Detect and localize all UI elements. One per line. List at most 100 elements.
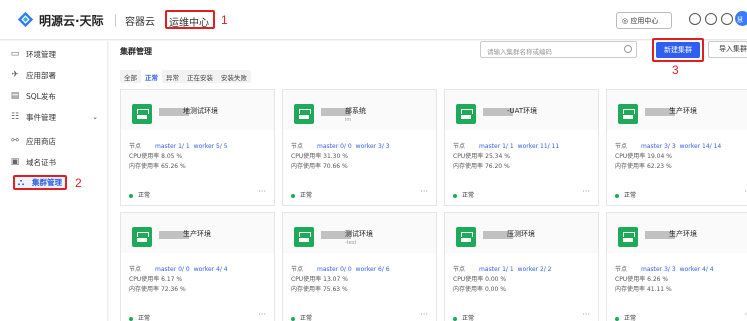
status-dot-icon	[453, 193, 457, 198]
status-dot-icon	[291, 316, 295, 321]
sidebar-item-store[interactable]: ⚯ 应用商店	[10, 133, 100, 149]
node-row: 节点 master 0/ 0 worker 6/ 6	[291, 264, 390, 273]
cluster-card[interactable]: 生产环境 节点 master 3/ 3 worker 4/ 4 CPU使用率 6.26 …	[606, 212, 747, 321]
mem-label: 内存使用率	[291, 286, 322, 293]
status-dot-icon	[453, 316, 457, 321]
help-icon[interactable]	[721, 13, 733, 25]
cluster-card[interactable]: 测试环境 -test 节点 master 0/ 0 worker 6/ 6 CPU使用率 …	[282, 212, 437, 321]
new-cluster-button[interactable]: 新建集群	[656, 42, 700, 58]
cpu-row: CPU使用率 6.17 %	[129, 274, 182, 283]
tab-normal[interactable]: 正常	[141, 70, 162, 83]
settings-icon[interactable]	[705, 13, 717, 25]
mem-row: 内存使用率 76.20 %	[453, 161, 510, 170]
cluster-name: 压测环境	[507, 230, 535, 238]
status-badge: 正常	[291, 313, 312, 321]
cluster-code: im	[345, 117, 352, 123]
cpu-label: CPU使用率	[615, 276, 646, 283]
new-cluster-highlight: 新建集群	[652, 38, 704, 62]
cluster-name: 生产环境	[669, 107, 697, 115]
tab-installing[interactable]: 正在安装	[183, 70, 217, 83]
node-label: 节点	[615, 266, 628, 273]
brand-name: 明源云·天际	[39, 14, 104, 28]
sidebar-item-label: 域名证书	[26, 157, 56, 167]
cluster-card[interactable]: 生产环境节点 master 0/ 0 worker 4/ 4 CPU使用率 6.17 …	[120, 212, 275, 321]
cpu-row: CPU使用率 8.05 %	[129, 151, 182, 160]
worker-count: worker 3/ 3	[355, 143, 390, 150]
certificate-icon: ▣	[10, 157, 20, 167]
more-icon[interactable]: ···	[420, 187, 428, 196]
master-count: master 1/ 1	[155, 143, 190, 150]
sidebar-item-label: 集群管理	[32, 178, 62, 187]
status-dot-icon	[291, 193, 295, 198]
import-cluster-button[interactable]: 导入集群	[708, 41, 747, 58]
avatar[interactable]: 慧	[735, 11, 747, 26]
bell-icon[interactable]	[689, 13, 701, 25]
cpu-row: CPU使用率 25.34 %	[453, 151, 510, 160]
node-row: 节点 master 3/ 3 worker 14/ 14	[615, 141, 721, 150]
more-icon[interactable]: ···	[258, 187, 266, 196]
mem-row: 内存使用率 41.11 %	[615, 284, 672, 293]
card-header: 生产环境	[121, 213, 274, 253]
rocket-icon: ✈	[11, 70, 19, 80]
cluster-icon	[618, 227, 638, 247]
nav-ops-center[interactable]: 运维中心	[165, 10, 215, 29]
sidebar-item-sql[interactable]: ▤ SQL发布	[10, 88, 100, 104]
node-label: 节点	[129, 266, 142, 273]
mem-value: 41.11 %	[646, 286, 672, 293]
search-icon[interactable]	[624, 45, 632, 53]
mem-label: 内存使用率	[129, 286, 160, 293]
card-header: 生产环境	[607, 90, 747, 130]
top-bar: 明源云·天际 容器云 运维中心 1 ◎ 应用中心 慧	[0, 0, 747, 40]
status-dot-icon	[129, 316, 133, 321]
tab-all[interactable]: 全部	[120, 70, 141, 83]
node-row: 节点 master 1/ 1 worker 11/ 11	[453, 141, 559, 150]
app-center-button[interactable]: ◎ 应用中心	[616, 12, 672, 29]
sidebar-item-label: 应用商店	[26, 136, 56, 146]
mem-label: 内存使用率	[129, 163, 160, 170]
card-header: 生产环境	[607, 213, 747, 253]
cpu-value: 6.26 %	[647, 276, 669, 283]
card-header: 部系统 im	[283, 90, 436, 130]
cluster-icon: ⛬	[17, 177, 25, 188]
sidebar-item-cert[interactable]: ▣ 域名证书	[10, 154, 100, 170]
store-icon: ⚯	[11, 136, 19, 146]
header-divider	[115, 14, 116, 27]
cluster-card[interactable]: 生产环境 节点 master 3/ 3 worker 14/ 14 CPU使用率 19.…	[606, 89, 747, 206]
more-icon[interactable]: ···	[420, 310, 428, 319]
cluster-icon	[618, 104, 638, 124]
folder-icon: ▭	[10, 49, 20, 59]
node-row: 节点 master 1/ 1 worker 5/ 5	[129, 141, 228, 150]
status-text: 正常	[300, 315, 313, 321]
node-row: 节点 master 0/ 0 worker 4/ 4	[129, 264, 228, 273]
cluster-card[interactable]: 地测试环境 节点 master 1/ 1 worker 5/ 5 CPU使用率 8.05…	[120, 89, 275, 206]
mem-label: 内存使用率	[615, 163, 646, 170]
logo-icon	[17, 11, 34, 28]
tab-error[interactable]: 异常	[162, 70, 183, 83]
cluster-card[interactable]: -UAT环境节点 master 1/ 1 worker 11/ 11 CPU使用率 2…	[444, 89, 599, 206]
sidebar-item-cluster[interactable]: ⛬ 集群管理	[13, 175, 67, 190]
cluster-card[interactable]: 压测环境 节点 master 1/ 1 worker 2/ 2 CPU使用率 0.00 …	[444, 212, 599, 321]
mem-row: 内存使用率 62.23 %	[615, 161, 672, 170]
status-text: 正常	[624, 315, 637, 321]
status-badge: 正常	[615, 190, 636, 199]
cluster-card[interactable]: 部系统 im 节点 master 0/ 0 worker 3/ 3 CPU使用率 31.3…	[282, 89, 437, 206]
more-icon[interactable]: ···	[258, 310, 266, 319]
sidebar-item-events[interactable]: ☷ 事件管理 ⌄	[10, 109, 100, 125]
worker-count: worker 4/ 4	[679, 266, 714, 273]
status-badge: 正常	[129, 190, 150, 199]
tab-install-failed[interactable]: 安装失败	[217, 70, 251, 83]
sidebar-item-env[interactable]: ▭ 环境管理	[10, 46, 100, 62]
cpu-label: CPU使用率	[129, 276, 160, 283]
nav-container-cloud[interactable]: 容器云	[125, 13, 155, 28]
status-text: 正常	[462, 315, 475, 321]
mem-label: 内存使用率	[453, 163, 484, 170]
cluster-code: -test	[345, 240, 357, 246]
search-input[interactable]: 请输入集群名称或编码	[480, 41, 637, 58]
cpu-row: CPU使用率 13.07 %	[291, 274, 348, 283]
cpu-value: 8.05 %	[161, 153, 183, 160]
sidebar-item-label: SQL发布	[26, 91, 56, 101]
cluster-name: -UAT环境	[507, 107, 538, 115]
more-icon[interactable]: ···	[582, 187, 590, 196]
more-icon[interactable]: ···	[582, 310, 590, 319]
sidebar-item-deploy[interactable]: ✈ 应用部署	[10, 67, 100, 83]
